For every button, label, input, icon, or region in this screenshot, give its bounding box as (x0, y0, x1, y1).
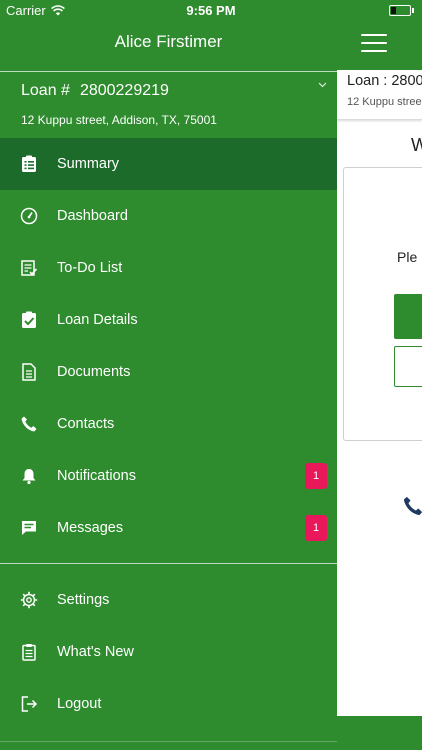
loan-number: 2800229219 (79, 82, 169, 99)
sidebar-item-label: Summary (57, 156, 120, 172)
sidebar-menu: Summary Dashboard To-Do List Loan Detail… (0, 138, 337, 554)
sidebar-item-label: Loan Details (57, 312, 138, 328)
nav-header: Alice Firstimer (0, 22, 422, 70)
content-loan-address: 12 Kuppu stree (347, 96, 422, 108)
status-bar: Carrier 9:56 PM (0, 0, 422, 22)
clock: 9:56 PM (186, 3, 236, 18)
clipboard-icon (19, 642, 39, 662)
sidebar-secondary-menu: Settings What's New Logout (0, 574, 337, 730)
sidebar-item-label: Settings (57, 592, 110, 608)
messages-count-badge: 1 (305, 515, 327, 541)
loan-address: 12 Kuppu street, Addison, TX, 75001 (21, 113, 217, 127)
secondary-action-button[interactable] (394, 346, 422, 387)
phone-icon[interactable] (402, 494, 422, 518)
content-heading: W (411, 135, 422, 155)
sidebar-item-settings[interactable]: Settings (0, 574, 337, 626)
sidebar-item-logout[interactable]: Logout (0, 678, 337, 730)
sidebar-item-label: What's New (57, 644, 134, 660)
notifications-count-badge: 1 (305, 463, 327, 489)
clipboard-check-icon (19, 310, 39, 330)
sidebar-item-label: Contacts (57, 416, 115, 432)
gauge-icon (19, 206, 39, 226)
main-content-peek: Loan : 2800 12 Kuppu stree W Ple (337, 70, 422, 716)
content-loan-title: Loan : 2800 (347, 73, 422, 89)
sidebar-item-notifications[interactable]: Notifications 1 (0, 450, 337, 502)
sidebar-item-label: Dashboard (57, 208, 128, 224)
divider (0, 563, 337, 564)
primary-action-button[interactable] (394, 294, 422, 339)
battery-icon (389, 5, 414, 16)
content-loan-header[interactable]: Loan : 2800 12 Kuppu stree (337, 70, 422, 120)
sidebar-item-dashboard[interactable]: Dashboard (0, 190, 337, 242)
sidebar-item-whats-new[interactable]: What's New (0, 626, 337, 678)
sidebar-item-loan-details[interactable]: Loan Details (0, 294, 337, 346)
sidebar-item-documents[interactable]: Documents (0, 346, 337, 398)
hamburger-menu-icon[interactable] (361, 34, 387, 56)
sidebar-item-messages[interactable]: Messages 1 (0, 502, 337, 554)
sidebar-item-summary[interactable]: Summary (0, 138, 337, 190)
divider (0, 741, 337, 742)
clipboard-list-icon (19, 154, 39, 174)
bell-icon (19, 466, 39, 486)
content-message-text: Ple (397, 249, 418, 265)
sidebar-item-todo-list[interactable]: To-Do List (0, 242, 337, 294)
checklist-icon (19, 258, 39, 278)
chevron-down-icon (318, 82, 327, 88)
sidebar-item-label: To-Do List (57, 260, 123, 276)
sidebar-item-label: Documents (57, 364, 131, 380)
loan-number-row: Loan # 2800229219 (21, 82, 169, 100)
loan-number-label: Loan # (21, 82, 70, 99)
sidebar-item-label: Messages (57, 520, 124, 536)
document-icon (19, 362, 39, 382)
loan-selector[interactable]: Loan # 2800229219 12 Kuppu street, Addis… (0, 72, 337, 136)
sidebar-item-label: Logout (57, 696, 102, 712)
phone-icon (19, 414, 39, 434)
sidebar-item-label: Notifications (57, 468, 136, 484)
sidebar-item-contacts[interactable]: Contacts (0, 398, 337, 450)
chat-icon (19, 518, 39, 538)
user-name-title: Alice Firstimer (114, 32, 223, 51)
gear-icon (19, 590, 39, 610)
logout-icon (19, 694, 39, 714)
